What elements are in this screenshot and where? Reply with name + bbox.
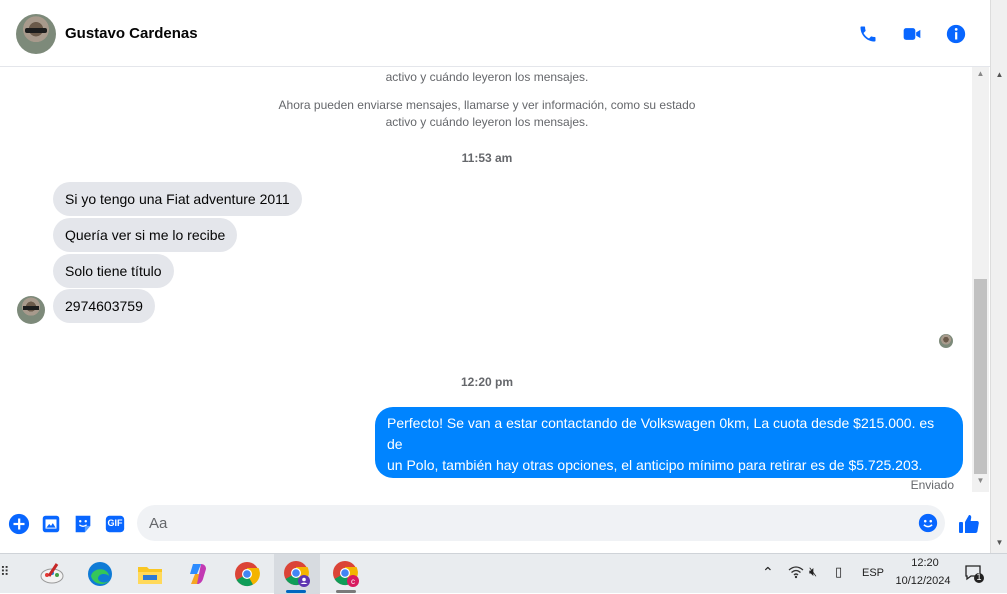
volume-muted-icon[interactable]: 🔇︎ [809,564,817,580]
language-indicator[interactable]: ESP [862,567,884,579]
message-input-box[interactable] [137,505,945,541]
windows-taskbar: ⠿ c ⌃ 🔇︎ ▯ ESP 12:20 10/12/2024 1 [0,553,1007,594]
sender-avatar[interactable] [17,296,45,324]
like-icon[interactable] [956,511,982,537]
battery-icon[interactable]: ▯ [835,564,842,580]
sticker-icon[interactable] [72,513,94,535]
edge-icon[interactable] [80,558,120,590]
scroll-up-arrow-icon[interactable]: ▲ [972,69,989,83]
notification-icon[interactable]: 1 [964,563,984,586]
chrome-profile-icon[interactable] [277,558,317,590]
clock-date[interactable]: 10/12/2024 [890,575,956,587]
messenger-window: Gustavo Cardenas activo y cuándo leyeron… [0,0,1007,553]
timestamp: 12:20 pm [460,375,514,389]
page-scroll-up-icon[interactable]: ▲ [991,70,1007,79]
emoji-icon[interactable] [917,512,939,534]
incoming-message[interactable]: 2974603759 [53,289,155,323]
contact-avatar[interactable] [16,14,56,54]
plus-icon[interactable] [8,513,30,535]
incoming-message[interactable]: Si yo tengo una Fiat adventure 2011 [53,182,302,216]
svg-text:c: c [351,577,355,586]
copilot-icon[interactable] [178,558,218,590]
sent-status: Enviado [910,478,954,492]
chrome-profile-c-icon[interactable]: c [326,558,366,590]
clock-time[interactable]: 12:20 [895,557,955,569]
paint-icon[interactable] [32,558,72,590]
tray-chevron-up-icon[interactable]: ⌃ [762,564,774,581]
timestamp: 11:53 am [461,151,513,165]
seen-indicator-avatar [939,334,953,348]
info-icon[interactable] [944,22,968,46]
wifi-icon[interactable] [788,565,804,582]
browser-scrollbar[interactable]: ▲ ▼ [990,0,1007,553]
contact-name[interactable]: Gustavo Cardenas [65,25,198,42]
system-message-partial: activo y cuándo leyeron los mensajes. [385,70,589,84]
file-explorer-icon[interactable] [130,558,170,590]
chat-scrollbar[interactable]: ▲ ▼ [972,67,989,492]
scroll-down-arrow-icon[interactable]: ▼ [972,476,989,490]
video-camera-icon[interactable] [900,22,924,46]
gif-icon[interactable]: GIF [104,513,126,535]
chrome-icon[interactable] [227,558,267,590]
message-input[interactable] [149,505,909,541]
task-view-icon[interactable]: ⠿ [0,564,10,580]
scroll-thumb[interactable] [974,279,987,474]
incoming-message[interactable]: Quería ver si me lo recibe [53,218,238,252]
image-icon[interactable] [40,513,62,535]
outgoing-message[interactable]: Perfecto! Se van a estar contactando de … [375,407,963,494]
incoming-message[interactable]: Solo tiene título [53,254,174,288]
notification-count: 1 [976,572,982,582]
phone-icon[interactable] [856,22,880,46]
message-composer: GIF [0,500,990,548]
page-scroll-down-icon[interactable]: ▼ [991,538,1007,547]
system-message: Ahora pueden enviarse mensajes, llamarse… [278,98,696,129]
